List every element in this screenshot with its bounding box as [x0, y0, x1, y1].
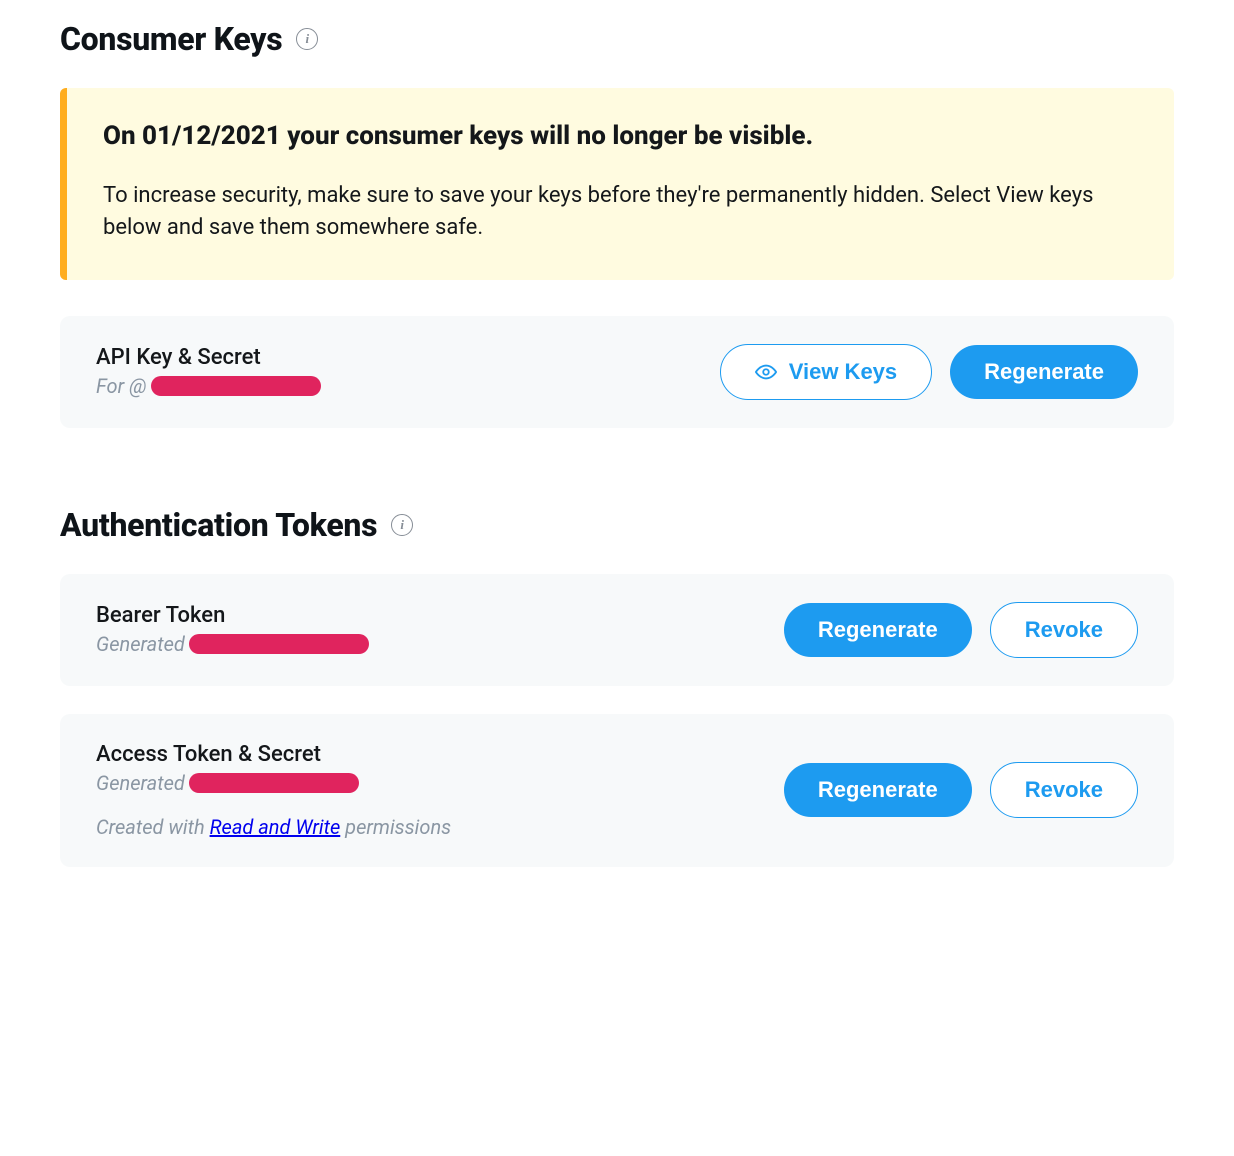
perm-suffix: permissions [340, 815, 451, 839]
access-token-actions: Regenerate Revoke [784, 762, 1138, 818]
api-key-secret-card: API Key & Secret For @ View Keys Regener… [60, 316, 1174, 428]
info-icon[interactable]: i [391, 514, 413, 536]
alert-body: To increase security, make sure to save … [103, 180, 1134, 244]
api-key-secret-info: API Key & Secret For @ [96, 345, 321, 398]
regenerate-label: Regenerate [984, 359, 1104, 385]
revoke-label: Revoke [1025, 777, 1103, 803]
redacted-bearer-date [189, 634, 369, 654]
consumer-keys-alert: On 01/12/2021 your consumer keys will no… [60, 88, 1174, 280]
regenerate-label: Regenerate [818, 617, 938, 643]
access-token-subtitle: Generated [96, 771, 451, 795]
for-label: For @ [96, 374, 147, 398]
authentication-tokens-header: Authentication Tokens i [60, 506, 1174, 544]
authentication-tokens-title: Authentication Tokens [60, 506, 377, 544]
bearer-token-subtitle: Generated [96, 632, 369, 656]
eye-icon [755, 361, 777, 383]
view-keys-button[interactable]: View Keys [720, 344, 932, 400]
revoke-bearer-button[interactable]: Revoke [990, 602, 1138, 658]
redacted-access-date [189, 773, 359, 793]
perm-prefix: Created with [96, 815, 210, 839]
bearer-token-title: Bearer Token [96, 603, 369, 628]
redacted-username [151, 376, 321, 396]
access-token-permissions: Created with Read and Write permissions [96, 815, 451, 839]
revoke-access-button[interactable]: Revoke [990, 762, 1138, 818]
bearer-token-card: Bearer Token Generated Regenerate Revoke [60, 574, 1174, 686]
access-token-card: Access Token & Secret Generated Created … [60, 714, 1174, 867]
regenerate-label: Regenerate [818, 777, 938, 803]
generated-label: Generated [96, 632, 185, 656]
revoke-label: Revoke [1025, 617, 1103, 643]
view-keys-label: View Keys [789, 359, 897, 385]
regenerate-bearer-button[interactable]: Regenerate [784, 603, 972, 657]
consumer-keys-title: Consumer Keys [60, 20, 282, 58]
consumer-keys-header: Consumer Keys i [60, 20, 1174, 58]
bearer-token-info: Bearer Token Generated [96, 603, 369, 656]
bearer-token-actions: Regenerate Revoke [784, 602, 1138, 658]
regenerate-access-button[interactable]: Regenerate [784, 763, 972, 817]
access-token-title: Access Token & Secret [96, 742, 451, 767]
api-key-secret-title: API Key & Secret [96, 345, 321, 370]
api-key-secret-subtitle: For @ [96, 374, 321, 398]
api-key-actions: View Keys Regenerate [720, 344, 1138, 400]
alert-title: On 01/12/2021 your consumer keys will no… [103, 120, 1134, 154]
generated-label: Generated [96, 771, 185, 795]
info-icon[interactable]: i [296, 28, 318, 50]
access-token-info: Access Token & Secret Generated Created … [96, 742, 451, 839]
permissions-link[interactable]: Read and Write [210, 815, 341, 839]
regenerate-api-key-button[interactable]: Regenerate [950, 345, 1138, 399]
